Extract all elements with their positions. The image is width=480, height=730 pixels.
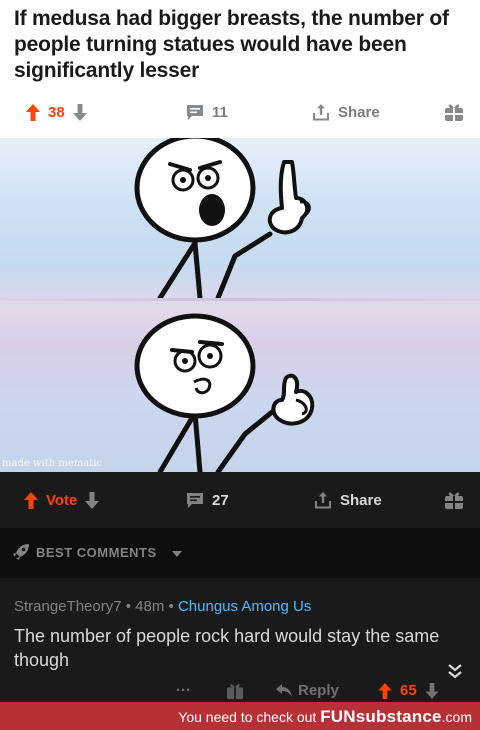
reply-label: Reply: [298, 682, 339, 699]
upvote-count: 38: [48, 103, 65, 121]
panel-divider: [0, 298, 480, 301]
comment-icon: [187, 104, 203, 120]
comment-actions: ··· Reply 65: [0, 682, 480, 702]
meta-separator: •: [125, 598, 136, 615]
comment-score: 65: [400, 682, 417, 699]
downvote-icon[interactable]: [85, 491, 100, 509]
vote-label: Vote: [46, 491, 78, 509]
site-footer: You need to check out FUNsubstance.com: [0, 702, 480, 730]
footer-prefix: You need to check out: [178, 709, 317, 725]
footer-brand: FUNsubstance: [320, 707, 442, 726]
more-options-button[interactable]: ···: [176, 682, 191, 699]
share-button[interactable]: Share: [312, 103, 380, 121]
mematic-watermark: made with mematic: [2, 458, 102, 469]
collapse-icon[interactable]: [448, 664, 462, 680]
comment-icon: [187, 492, 203, 508]
footer-suffix: .com: [441, 709, 472, 725]
embedded-vote-group: Vote: [24, 491, 100, 509]
upvote-icon[interactable]: [24, 491, 38, 509]
embedded-comment-count: 27: [212, 491, 229, 509]
embedded-comments-button[interactable]: 27: [186, 492, 229, 509]
reply-icon: [276, 683, 292, 697]
embedded-award-button[interactable]: [444, 490, 464, 510]
comment-subreddit[interactable]: Chungus Among Us: [178, 598, 311, 615]
embedded-share-button[interactable]: Share: [314, 491, 382, 509]
share-label: Share: [338, 103, 380, 121]
share-icon: [313, 104, 329, 121]
post-card: If medusa had bigger breasts, the number…: [0, 0, 480, 138]
comment-card: StrangeTheory7 • 48m • Chungus Among Us …: [0, 578, 480, 702]
comment-text: The number of people rock hard would sta…: [14, 626, 440, 670]
footer-watermark: You need to check out FUNsubstance.com: [178, 707, 472, 727]
award-button[interactable]: [444, 102, 464, 122]
post-action-bar: 38 11 Share: [0, 98, 480, 126]
gift-icon: [445, 104, 463, 121]
panel-1-figure: [134, 138, 311, 301]
vote-group: 38: [26, 103, 87, 121]
upvote-icon[interactable]: [26, 103, 40, 121]
upvote-icon[interactable]: [378, 682, 392, 699]
share-icon: [315, 492, 331, 509]
comment-vote-group: 65: [378, 682, 439, 699]
meme-image: made with mematic: [0, 138, 480, 472]
meme-illustration: [134, 138, 315, 472]
embedded-share-label: Share: [340, 491, 382, 509]
downvote-icon[interactable]: [425, 682, 439, 699]
embedded-action-bar: Vote 27 Share: [0, 472, 480, 528]
best-comments-header[interactable]: BEST COMMENTS: [0, 528, 480, 578]
downvote-icon[interactable]: [72, 103, 87, 121]
gift-icon[interactable]: [226, 682, 244, 700]
comment-age: 48m: [135, 598, 165, 615]
comment-meta: StrangeTheory7 • 48m • Chungus Among Us: [14, 598, 311, 615]
chevron-down-icon: [172, 551, 182, 557]
best-comments-label: BEST COMMENTS: [36, 545, 157, 560]
embedded-action-row: Vote 27 Share: [0, 486, 480, 514]
panel-2-figure: [134, 313, 315, 472]
comments-button[interactable]: 11: [186, 104, 228, 121]
comment-author[interactable]: StrangeTheory7: [14, 598, 122, 615]
reply-button[interactable]: Reply: [276, 682, 339, 699]
gift-icon: [445, 492, 463, 509]
comment-count: 11: [212, 103, 228, 121]
post-title: If medusa had bigger breasts, the number…: [14, 7, 449, 82]
meta-separator: •: [168, 598, 178, 615]
rocket-icon: [13, 544, 29, 560]
